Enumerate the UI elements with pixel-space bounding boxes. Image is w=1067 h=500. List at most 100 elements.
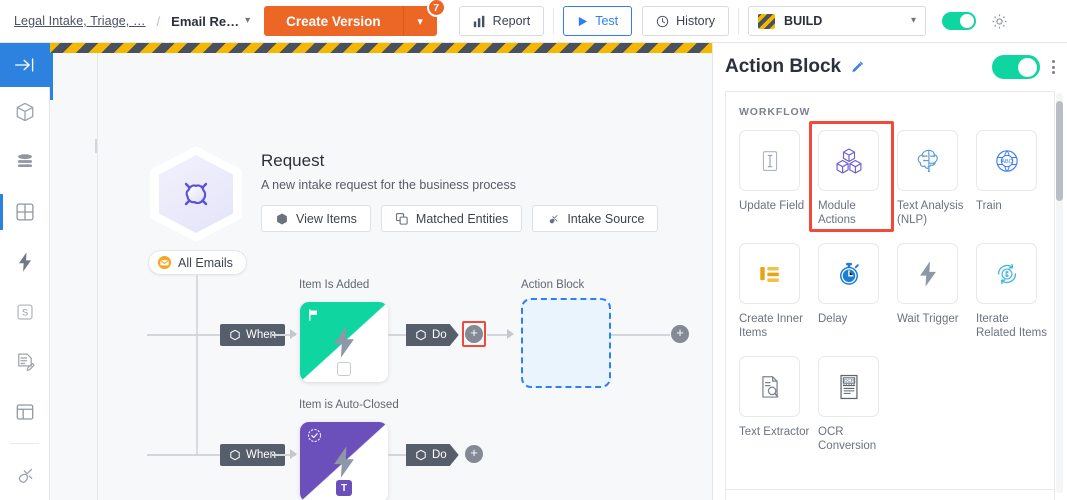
hierarchy-icon [755,259,785,289]
intake-source-button[interactable]: Intake Source [532,205,658,232]
chevron-down-icon: ▾ [417,15,423,28]
sidebar-item-scripts[interactable]: S [0,287,50,337]
do-chip-label: Do [432,329,447,341]
tile-create-inner-items[interactable]: Create Inner Items [739,243,818,340]
history-button[interactable]: History [642,6,729,36]
chevron-down-icon[interactable]: ▾ [245,15,250,26]
enable-toggle[interactable] [942,12,976,30]
matched-entities-label: Matched Entities [416,212,508,226]
bolt-icon [329,324,359,360]
edit-pencil-icon[interactable] [850,60,865,75]
connector-line [147,334,220,336]
environment-select[interactable]: BUILD ▾ [748,6,926,36]
page-title: Request [261,151,324,171]
flag-icon [307,308,321,322]
create-version-group: Create Version ▾ 7 [264,6,437,36]
flow-card-item-added[interactable] [300,302,388,382]
tile-iterate-related-items[interactable]: Iterate Related Items [976,243,1055,340]
tile-wait-trigger[interactable]: Wait Trigger [897,243,976,340]
test-label: Test [595,14,618,28]
action-block-placeholder[interactable] [521,298,611,388]
sidebar-item-pages[interactable] [0,387,50,437]
grid-icon [14,201,36,223]
connector-line [147,454,220,456]
flow-card-item-auto-closed[interactable]: T [300,422,388,500]
all-emails-label: All Emails [178,256,233,270]
svg-text:OCR: OCR [843,378,854,384]
sidebar-item-workflows[interactable] [0,187,50,237]
tile-text-extractor[interactable]: Text Extractor [739,356,818,453]
trigger-hexagon[interactable] [150,146,242,242]
sidebar-item-objects[interactable] [0,87,50,137]
left-nav-rail: S [0,43,50,500]
do-chip-2[interactable]: Do [406,444,459,466]
tile-icon-box [739,356,800,417]
view-items-button[interactable]: View Items [261,205,371,232]
report-label: Report [493,14,531,28]
sidebar-item-integrations[interactable] [0,450,50,500]
tile-delay[interactable]: Delay [818,243,897,340]
panel-scrollbar-thumb[interactable] [1056,101,1063,201]
do-chip-label: Do [432,449,447,461]
add-step-button-highlighted[interactable]: + [465,325,483,343]
sidebar-item-data[interactable] [0,137,50,187]
check-circle-icon [307,428,322,443]
clock-icon [656,15,669,28]
panel-enable-toggle[interactable] [992,55,1040,79]
panel-more-menu[interactable] [1052,60,1055,74]
stopwatch-icon [834,259,864,289]
arrow-head [507,329,514,339]
matched-entities-button[interactable]: Matched Entities [381,205,522,232]
tile-update-field[interactable]: Update Field [739,130,818,227]
history-label: History [676,14,715,28]
tile-text-analysis-nlp[interactable]: Text Analysis (NLP) [897,130,976,227]
report-button[interactable]: Report [459,6,545,36]
panel-header: Action Block [713,43,1067,91]
add-step-button-row2[interactable]: + [465,445,483,463]
chevron-down-icon: ▾ [911,15,916,26]
breadcrumb-root-link[interactable]: Legal Intake, Triage, … [14,14,146,28]
plug-icon [546,212,560,226]
section-label-workflow: WORKFLOW [739,106,1054,118]
loop-icon [992,259,1022,289]
bolt-icon [329,444,359,480]
test-button[interactable]: Test [563,6,632,36]
create-version-button[interactable]: Create Version [264,6,403,36]
tile-icon-box [818,243,879,304]
environment-label: BUILD [784,14,896,28]
toolbar-divider-2 [738,8,739,34]
svg-text:ABC: ABC [1001,159,1012,165]
gear-icon[interactable] [990,12,1009,31]
intake-source-label: Intake Source [567,212,644,226]
template-badge: T [336,480,352,496]
all-emails-chip[interactable]: All Emails [148,250,247,275]
breadcrumb-current[interactable]: Email Re… [171,14,239,29]
copy-icon [395,212,409,226]
tile-label: Create Inner Items [739,312,811,340]
hexagon-inner [159,155,233,233]
tile-module-actions[interactable]: Module Actions [818,130,897,227]
tile-ocr-conversion[interactable]: OCR OCR Conversion [818,356,897,453]
tile-icon-box [976,243,1037,304]
do-chip-1[interactable]: Do [406,324,459,346]
connector-line [611,334,670,336]
tile-label: OCR Conversion [818,425,890,453]
connector-line [388,334,406,336]
bar-chart-icon [473,15,486,28]
rail-divider [10,443,39,444]
tile-label: Text Analysis (NLP) [897,199,969,227]
sidebar-item-collapse-panel[interactable] [0,43,50,87]
sidebar-item-automations[interactable] [0,237,50,287]
hexagon-stem [95,139,97,153]
tile-icon-box [739,243,800,304]
add-step-button-end[interactable]: + [671,325,689,343]
card-footer-2: T [300,480,388,496]
card-badge-flag [307,308,321,327]
tile-label: Train [976,199,1048,213]
hexagon-shape [150,146,242,242]
workflow-canvas[interactable]: All Emails Request A new intake request … [50,43,712,500]
tile-train[interactable]: ABC Train [976,130,1055,227]
sidebar-item-forms[interactable] [0,337,50,387]
database-icon [14,151,36,173]
tile-label: Module Actions [818,199,890,227]
